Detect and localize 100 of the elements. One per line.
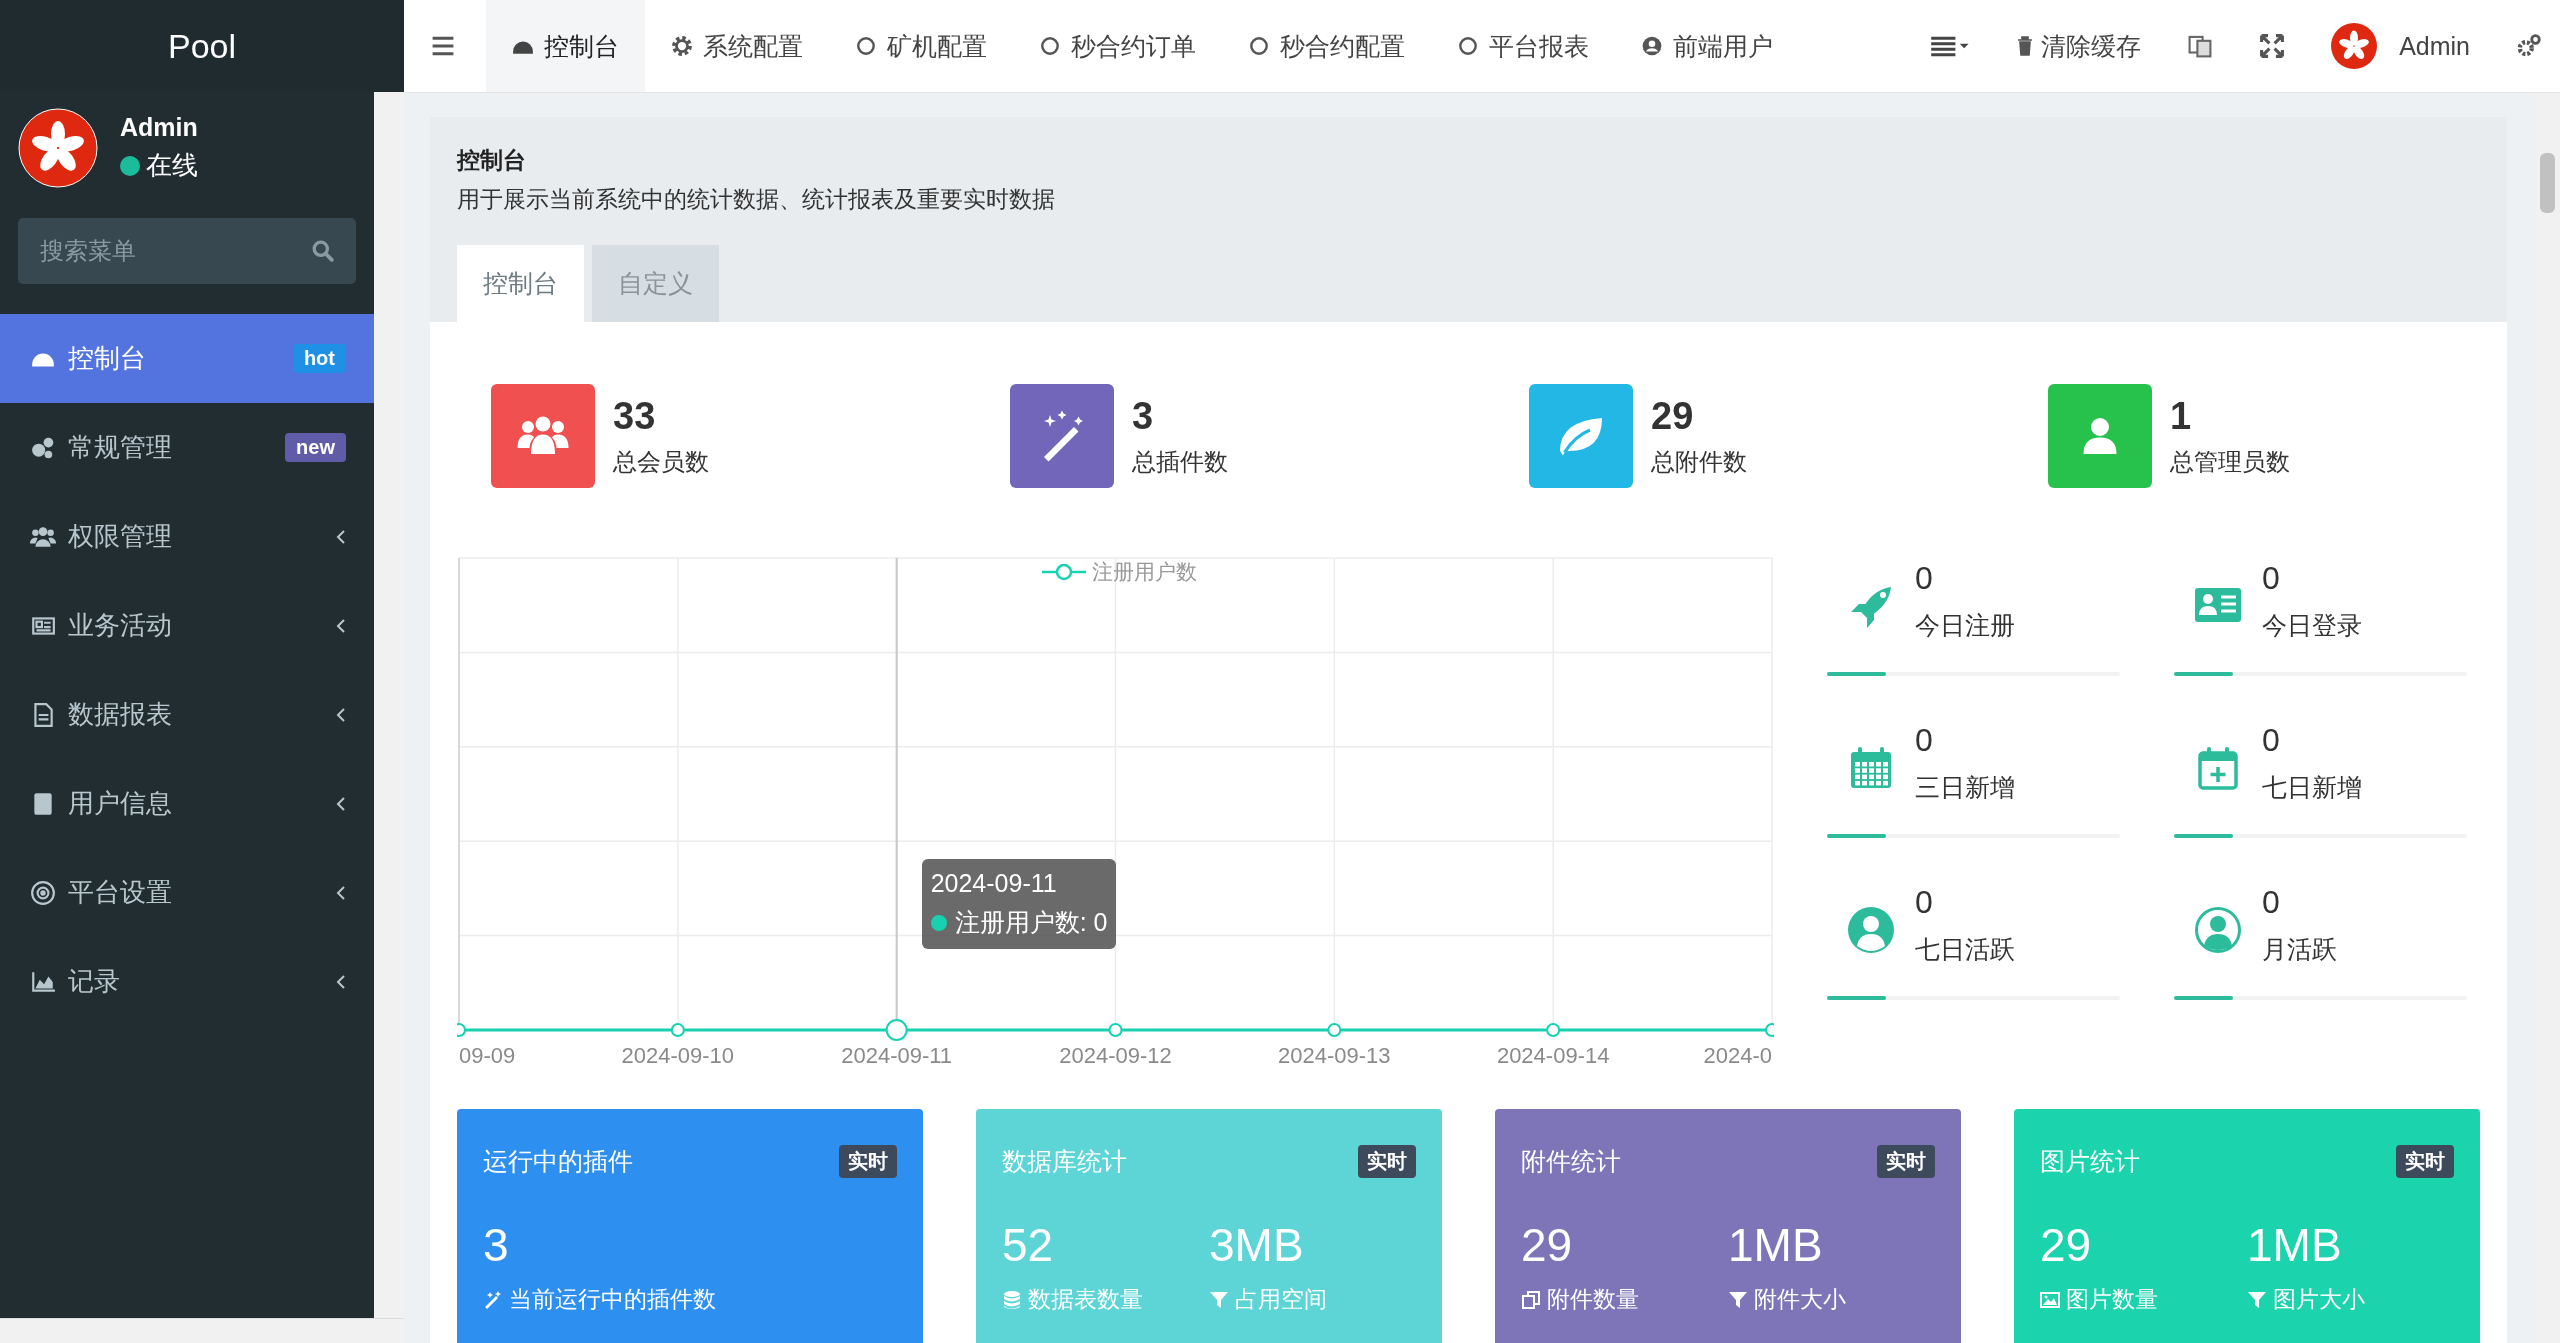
chevron-icon <box>336 528 346 545</box>
card-label: 占用空间 <box>1235 1285 1327 1314</box>
card-badge: 实时 <box>839 1145 897 1178</box>
scrollbar[interactable] <box>2535 93 2560 1343</box>
filter-icon <box>1209 1289 1229 1310</box>
avatar-icon <box>2331 23 2378 69</box>
menu-badge: new <box>285 433 346 462</box>
stat-value: 0 <box>2262 722 2281 759</box>
menu-item[interactable]: 控制台 hot <box>0 314 374 403</box>
circle-icon <box>1248 35 1270 57</box>
usercircle-icon <box>1641 35 1663 57</box>
filter-icon <box>2247 1289 2267 1310</box>
chevron-icon <box>336 973 346 990</box>
card-title: 附件统计 <box>1521 1146 1621 1177</box>
data-point[interactable] <box>885 1019 908 1041</box>
user-menu-button[interactable]: Admin <box>2331 23 2470 69</box>
circle-icon <box>855 35 877 57</box>
stat-value: 29 <box>1651 394 1695 438</box>
page-tab[interactable]: 控制台 <box>457 245 584 322</box>
scrollbar[interactable] <box>0 1318 404 1343</box>
target-icon <box>30 879 56 906</box>
menu-item[interactable]: 常规管理 new <box>0 403 374 492</box>
card-badge: 实时 <box>2396 1145 2454 1178</box>
status-text: 在线 <box>146 149 198 182</box>
nav-tab[interactable]: 秒合约配置 <box>1222 0 1431 92</box>
nav-tab[interactable]: 前端用户 <box>1615 0 1799 92</box>
clear-cache-button[interactable]: 清除缓存 <box>2017 29 2142 63</box>
fullscreen-icon[interactable] <box>2259 33 2286 59</box>
cog-icon <box>671 35 693 57</box>
card-label: 图片大小 <box>2273 1285 2365 1314</box>
data-point[interactable] <box>1327 1023 1342 1037</box>
stat-label: 总会员数 <box>613 446 709 477</box>
stat-value: 33 <box>613 394 657 438</box>
chevron-icon <box>336 884 346 901</box>
x-axis-label: 09-09 <box>459 1043 516 1068</box>
menu-item[interactable]: 数据报表 <box>0 670 374 759</box>
nav-tab[interactable]: 秒合约订单 <box>1013 0 1222 92</box>
card-label: 图片数量 <box>2066 1285 2158 1314</box>
stat-value: 0 <box>2262 560 2281 597</box>
x-axis-label: 2024-09-14 <box>1496 1043 1610 1068</box>
chevron-icon <box>336 617 346 634</box>
data-point[interactable] <box>457 1023 466 1037</box>
search-field[interactable]: 搜索菜单 <box>18 218 356 284</box>
wand-icon <box>483 1289 503 1310</box>
stat-label: 总附件数 <box>1651 446 1747 477</box>
card-value: 1MB <box>1728 1218 1824 1272</box>
x-axis-label: 2024-09-13 <box>1278 1043 1391 1068</box>
card-title: 运行中的插件 <box>483 1146 633 1177</box>
stat-value: 0 <box>1915 560 1934 597</box>
card-badge: 实时 <box>1877 1145 1935 1178</box>
card-value: 3MB <box>1209 1218 1305 1272</box>
menu-item[interactable]: 业务活动 <box>0 581 374 670</box>
card-label: 附件数量 <box>1547 1285 1639 1314</box>
circle-icon <box>1457 35 1479 57</box>
menu-item[interactable]: 平台设置 <box>0 848 374 937</box>
nav-tab[interactable]: 矿机配置 <box>829 0 1013 92</box>
nav-tab[interactable]: 控制台 <box>486 0 645 92</box>
stat-value: 3 <box>1132 394 1155 438</box>
card-value: 3 <box>483 1218 510 1272</box>
stat-label: 七日新增 <box>2262 772 2362 803</box>
legend-line-icon <box>1042 562 1086 582</box>
stat-label: 七日活跃 <box>1915 934 2015 965</box>
menu-item[interactable]: 用户信息 <box>0 759 374 848</box>
stat-value: 0 <box>1915 722 1934 759</box>
x-axis-label: 2024-0 <box>1703 1043 1772 1068</box>
stat-label: 今日登录 <box>2262 610 2362 641</box>
tooltip-title: 2024-09-11 <box>930 869 1058 898</box>
menu-item[interactable]: 权限管理 <box>0 492 374 581</box>
card-title: 图片统计 <box>2040 1146 2140 1177</box>
data-point[interactable] <box>1546 1023 1561 1037</box>
nav-tab[interactable]: 平台报表 <box>1431 0 1615 92</box>
card-label: 附件大小 <box>1754 1285 1846 1314</box>
menu-badge: hot <box>292 344 346 373</box>
user-name: Admin <box>120 113 198 142</box>
scrollbar[interactable] <box>374 92 404 1318</box>
tooltip-value: 注册用户数: 0 <box>954 907 1108 938</box>
page-title: 控制台 <box>457 146 527 175</box>
translate-icon[interactable] <box>2187 33 2214 59</box>
search-icon[interactable] <box>312 240 334 262</box>
data-point[interactable] <box>670 1023 685 1037</box>
card-value: 29 <box>1521 1218 1574 1272</box>
card-label: 数据表数量 <box>1028 1285 1143 1314</box>
card-badge: 实时 <box>1358 1145 1416 1178</box>
stat-label: 三日新增 <box>1915 772 2015 803</box>
stat-value: 0 <box>2262 884 2281 921</box>
stat-label: 月活跃 <box>2262 934 2337 965</box>
filter-icon <box>1728 1289 1748 1310</box>
user-circle-icon <box>2194 906 2242 954</box>
series-dot <box>930 914 947 931</box>
card-title: 数据库统计 <box>1002 1146 1127 1177</box>
card-label: 当前运行中的插件数 <box>509 1285 716 1314</box>
user-circle-icon <box>1847 906 1895 954</box>
data-point[interactable] <box>1765 1023 1774 1037</box>
menu-item[interactable]: 记录 <box>0 937 374 1026</box>
stat-label: 总插件数 <box>1132 446 1228 477</box>
stat-value: 0 <box>1915 884 1934 921</box>
nav-tab[interactable]: 系统配置 <box>645 0 829 92</box>
data-point[interactable] <box>1108 1023 1123 1037</box>
avatar-icon <box>18 108 98 188</box>
card-value: 52 <box>1002 1218 1055 1272</box>
